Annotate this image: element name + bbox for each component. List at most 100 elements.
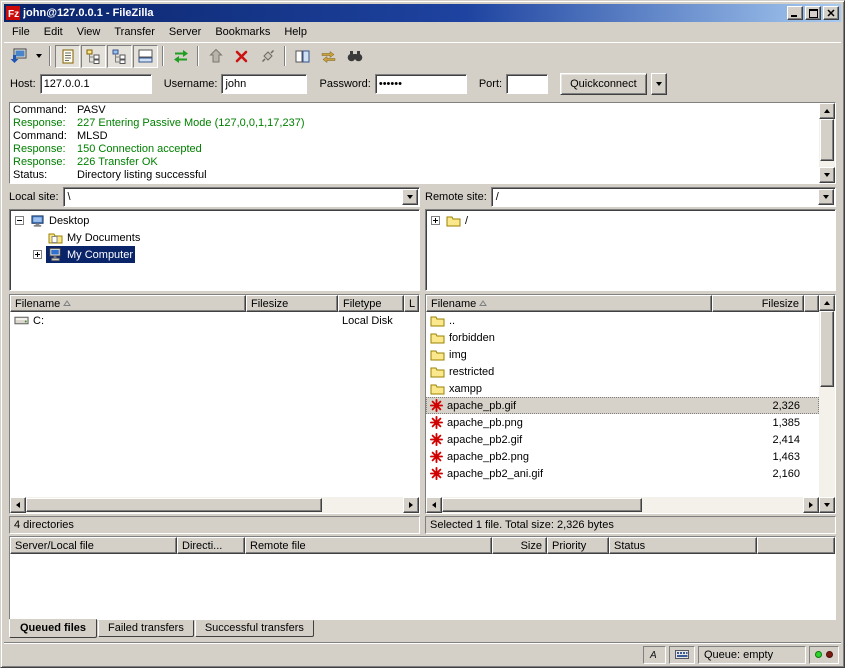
tree-item-my-computer[interactable]: My Computer	[11, 246, 418, 263]
menu-file[interactable]: File	[5, 23, 37, 41]
quickconnect-button[interactable]: Quickconnect	[560, 73, 647, 95]
host-input[interactable]	[40, 74, 152, 94]
menu-edit[interactable]: Edit	[37, 23, 70, 41]
log-scrollbar-thumb[interactable]	[820, 119, 834, 161]
log-scrollbar[interactable]	[819, 103, 835, 183]
cell-text: img	[449, 349, 467, 361]
disconnect-button[interactable]	[255, 45, 280, 68]
column-header-status[interactable]: Status	[609, 537, 757, 554]
log-line: Response:150 Connection accepted	[13, 143, 816, 156]
transfer-type-indicator: A	[643, 646, 666, 664]
local-h-scrollbar-right-button[interactable]	[403, 497, 419, 513]
toolbar-separator	[49, 46, 51, 66]
column-header-filesize[interactable]: Filesize	[246, 295, 338, 312]
site-manager-button[interactable]	[6, 45, 31, 68]
tree-item-desktop[interactable]: Desktop	[11, 212, 418, 229]
column-header-filesize[interactable]: Filesize	[712, 295, 804, 312]
port-input[interactable]	[506, 74, 548, 94]
menu-view[interactable]: View	[70, 23, 108, 41]
tab-successful-transfers[interactable]: Successful transfers	[195, 620, 314, 637]
tree-item-root[interactable]: /	[427, 212, 834, 229]
local-h-scrollbar-track[interactable]	[26, 497, 403, 513]
remote-site-combo[interactable]: /	[491, 187, 836, 207]
username-input[interactable]	[221, 74, 307, 94]
log-line-type: Response:	[13, 117, 77, 130]
local-site-combo[interactable]: \	[63, 187, 420, 207]
local-file-list[interactable]: C:Local Disk	[10, 312, 419, 497]
toggle-local-tree-button[interactable]	[81, 45, 106, 68]
file-row-img[interactable]: img	[426, 346, 819, 363]
cell-text: xampp	[449, 383, 482, 395]
column-header-filename[interactable]: Filename	[426, 295, 712, 312]
desktop-icon	[30, 214, 45, 228]
column-header-label: Status	[614, 540, 645, 552]
close-button[interactable]	[823, 6, 839, 20]
remote-h-scrollbar-left-button[interactable]	[426, 497, 442, 513]
password-input[interactable]	[375, 74, 467, 94]
remote-v-scrollbar[interactable]	[819, 295, 835, 513]
site-manager-dropdown-button[interactable]	[32, 45, 45, 68]
file-row-apache-pb2-png[interactable]: apache_pb2.png1,463	[426, 448, 819, 465]
file-row-apache-pb2-gif[interactable]: apache_pb2.gif2,414	[426, 431, 819, 448]
queue-status-text: Queue: empty	[704, 649, 773, 661]
remote-h-scrollbar-thumb[interactable]	[442, 498, 642, 512]
refresh-button[interactable]	[168, 45, 193, 68]
column-header-server-local-file[interactable]: Server/Local file	[10, 537, 177, 554]
maximize-button[interactable]	[805, 6, 821, 20]
toggle-transfer-queue-button[interactable]	[133, 45, 158, 68]
column-header-l[interactable]: L	[404, 295, 419, 312]
local-site-dropdown-button[interactable]	[402, 189, 418, 205]
file-row-apache-pb2-ani-gif[interactable]: apache_pb2_ani.gif2,160	[426, 465, 819, 482]
toggle-remote-tree-button[interactable]	[107, 45, 132, 68]
file-row-xampp[interactable]: xampp	[426, 380, 819, 397]
remote-v-scrollbar-up-button[interactable]	[819, 295, 835, 311]
remote-h-scrollbar[interactable]	[426, 497, 819, 513]
search-button[interactable]	[342, 45, 367, 68]
cell-filename: apache_pb2.gif	[426, 431, 712, 448]
column-header-remote-file[interactable]: Remote file	[245, 537, 492, 554]
directory-comparison-button[interactable]	[290, 45, 315, 68]
local-h-scrollbar-thumb[interactable]	[26, 498, 322, 512]
log-scrollbar-up-button[interactable]	[819, 103, 835, 119]
remote-v-scrollbar-down-button[interactable]	[819, 497, 835, 513]
menu-help[interactable]: Help	[277, 23, 314, 41]
file-row-c[interactable]: C:Local Disk	[10, 312, 419, 329]
log-scrollbar-track[interactable]	[819, 119, 835, 167]
remote-h-scrollbar-track[interactable]	[442, 497, 803, 513]
file-row-apache-pb-png[interactable]: apache_pb.png1,385	[426, 414, 819, 431]
remote-v-scrollbar-thumb[interactable]	[820, 311, 834, 387]
cancel-transfer-button[interactable]	[229, 45, 254, 68]
tab-failed-transfers[interactable]: Failed transfers	[98, 620, 194, 637]
synchronized-browsing-button[interactable]	[316, 45, 341, 68]
process-queue-button[interactable]	[203, 45, 228, 68]
toggle-message-log-button[interactable]	[55, 45, 80, 68]
file-row-restricted[interactable]: restricted	[426, 363, 819, 380]
menu-transfer[interactable]: Transfer	[107, 23, 162, 41]
remote-file-list[interactable]: ..forbidden img restricted xampp apache_pb.g…	[426, 312, 819, 497]
file-row-apache-pb-gif[interactable]: apache_pb.gif2,326	[426, 397, 819, 414]
column-header-directi[interactable]: Directi...	[177, 537, 245, 554]
remote-h-scrollbar-right-button[interactable]	[803, 497, 819, 513]
column-header-priority[interactable]: Priority	[547, 537, 609, 554]
filezilla-logo-icon[interactable]: Fz	[6, 6, 20, 20]
column-header-filename[interactable]: Filename	[10, 295, 246, 312]
remote-site-dropdown-button[interactable]	[818, 189, 834, 205]
cell-filler	[804, 465, 819, 482]
quickconnect-dropdown-button[interactable]	[651, 73, 667, 95]
tree-item-my-documents[interactable]: My Documents	[11, 229, 418, 246]
collapse-icon[interactable]	[15, 216, 24, 225]
expand-icon[interactable]	[33, 250, 42, 259]
column-header-size[interactable]: Size	[492, 537, 547, 554]
local-h-scrollbar-left-button[interactable]	[10, 497, 26, 513]
log-scrollbar-down-button[interactable]	[819, 167, 835, 183]
menu-server[interactable]: Server	[162, 23, 208, 41]
file-row-parent-directory[interactable]: ..	[426, 312, 819, 329]
local-h-scrollbar[interactable]	[10, 497, 419, 513]
expand-icon[interactable]	[431, 216, 440, 225]
file-row-forbidden[interactable]: forbidden	[426, 329, 819, 346]
minimize-button[interactable]	[787, 6, 803, 20]
column-header-filetype[interactable]: Filetype	[338, 295, 404, 312]
tab-queued-files[interactable]: Queued files	[9, 619, 97, 638]
remote-v-scrollbar-track[interactable]	[819, 311, 835, 497]
menu-bookmarks[interactable]: Bookmarks	[208, 23, 277, 41]
